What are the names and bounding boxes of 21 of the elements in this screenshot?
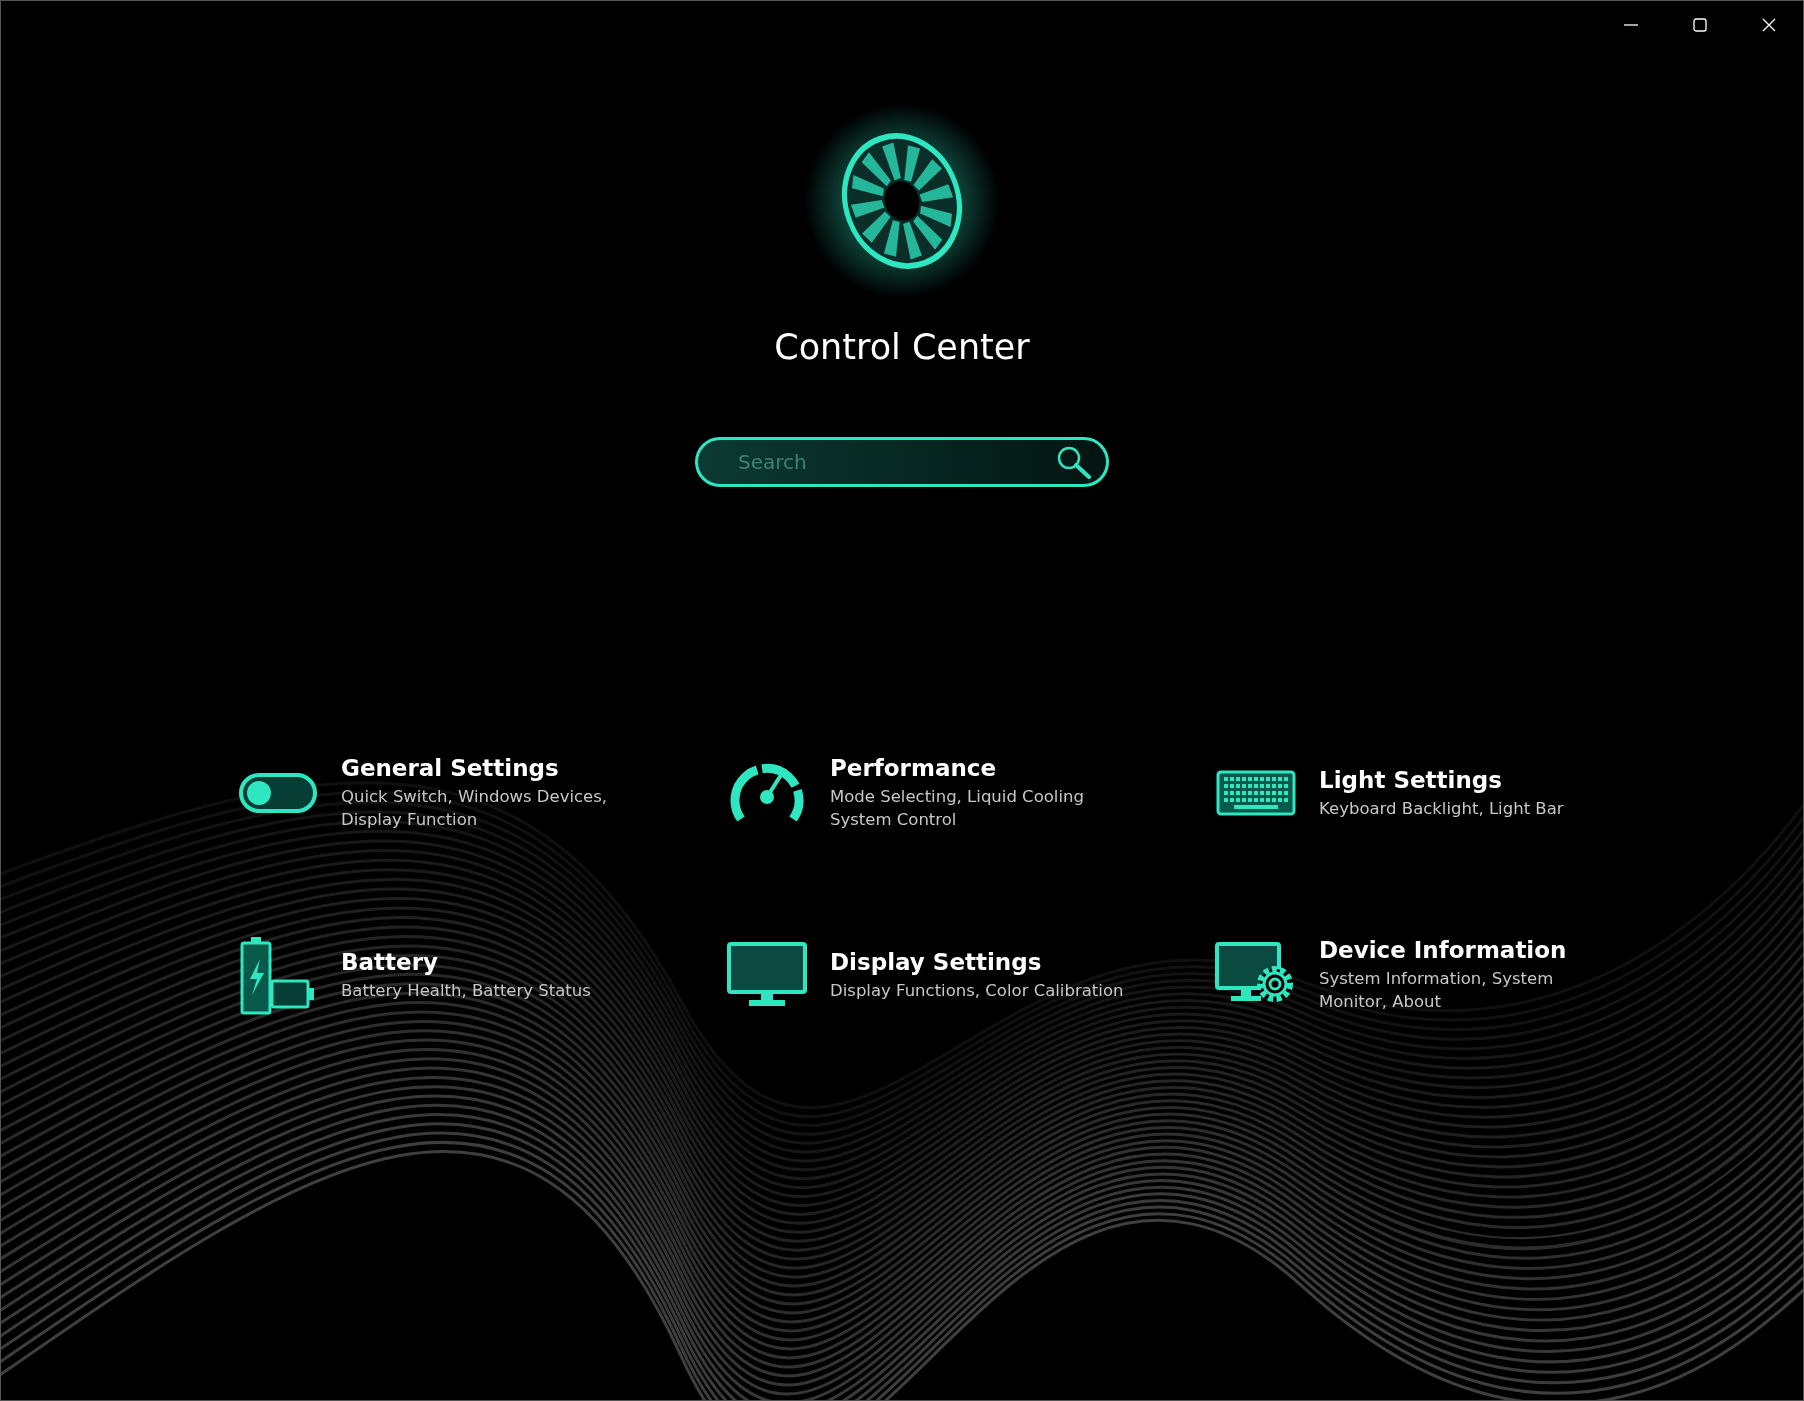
- item-description: Keyboard Backlight, Light Bar: [1319, 797, 1564, 820]
- item-title[interactable]: Light Settings: [1319, 766, 1564, 793]
- item-description: Display Functions, Color Calibration: [830, 979, 1124, 1002]
- toggle-icon[interactable]: [238, 771, 318, 815]
- item-title[interactable]: Performance: [830, 755, 1084, 781]
- close-icon: [1761, 18, 1776, 32]
- keyboard-icon[interactable]: [1216, 770, 1296, 816]
- item-description: Battery Health, Battery Status: [341, 979, 591, 1002]
- item-title[interactable]: Device Information: [1319, 937, 1567, 963]
- item-description: System Information, System Monitor, About: [1319, 968, 1555, 1013]
- monitor-icon[interactable]: [727, 942, 807, 1008]
- item-title[interactable]: Battery: [341, 948, 591, 975]
- maximize-icon: [1692, 18, 1707, 32]
- search-bar[interactable]: Search: [695, 437, 1109, 487]
- item-description: Mode Selecting, Liquid Cooling System Control: [830, 786, 1084, 831]
- app-title: Control Center: [774, 327, 1030, 367]
- search-field[interactable]: Search: [698, 450, 1056, 474]
- item-description: Quick Switch, Windows Devices, Display Function: [341, 786, 608, 831]
- search-icon[interactable]: [1056, 445, 1092, 479]
- item-title[interactable]: Display Settings: [830, 948, 1124, 975]
- item-title[interactable]: General Settings: [341, 755, 608, 781]
